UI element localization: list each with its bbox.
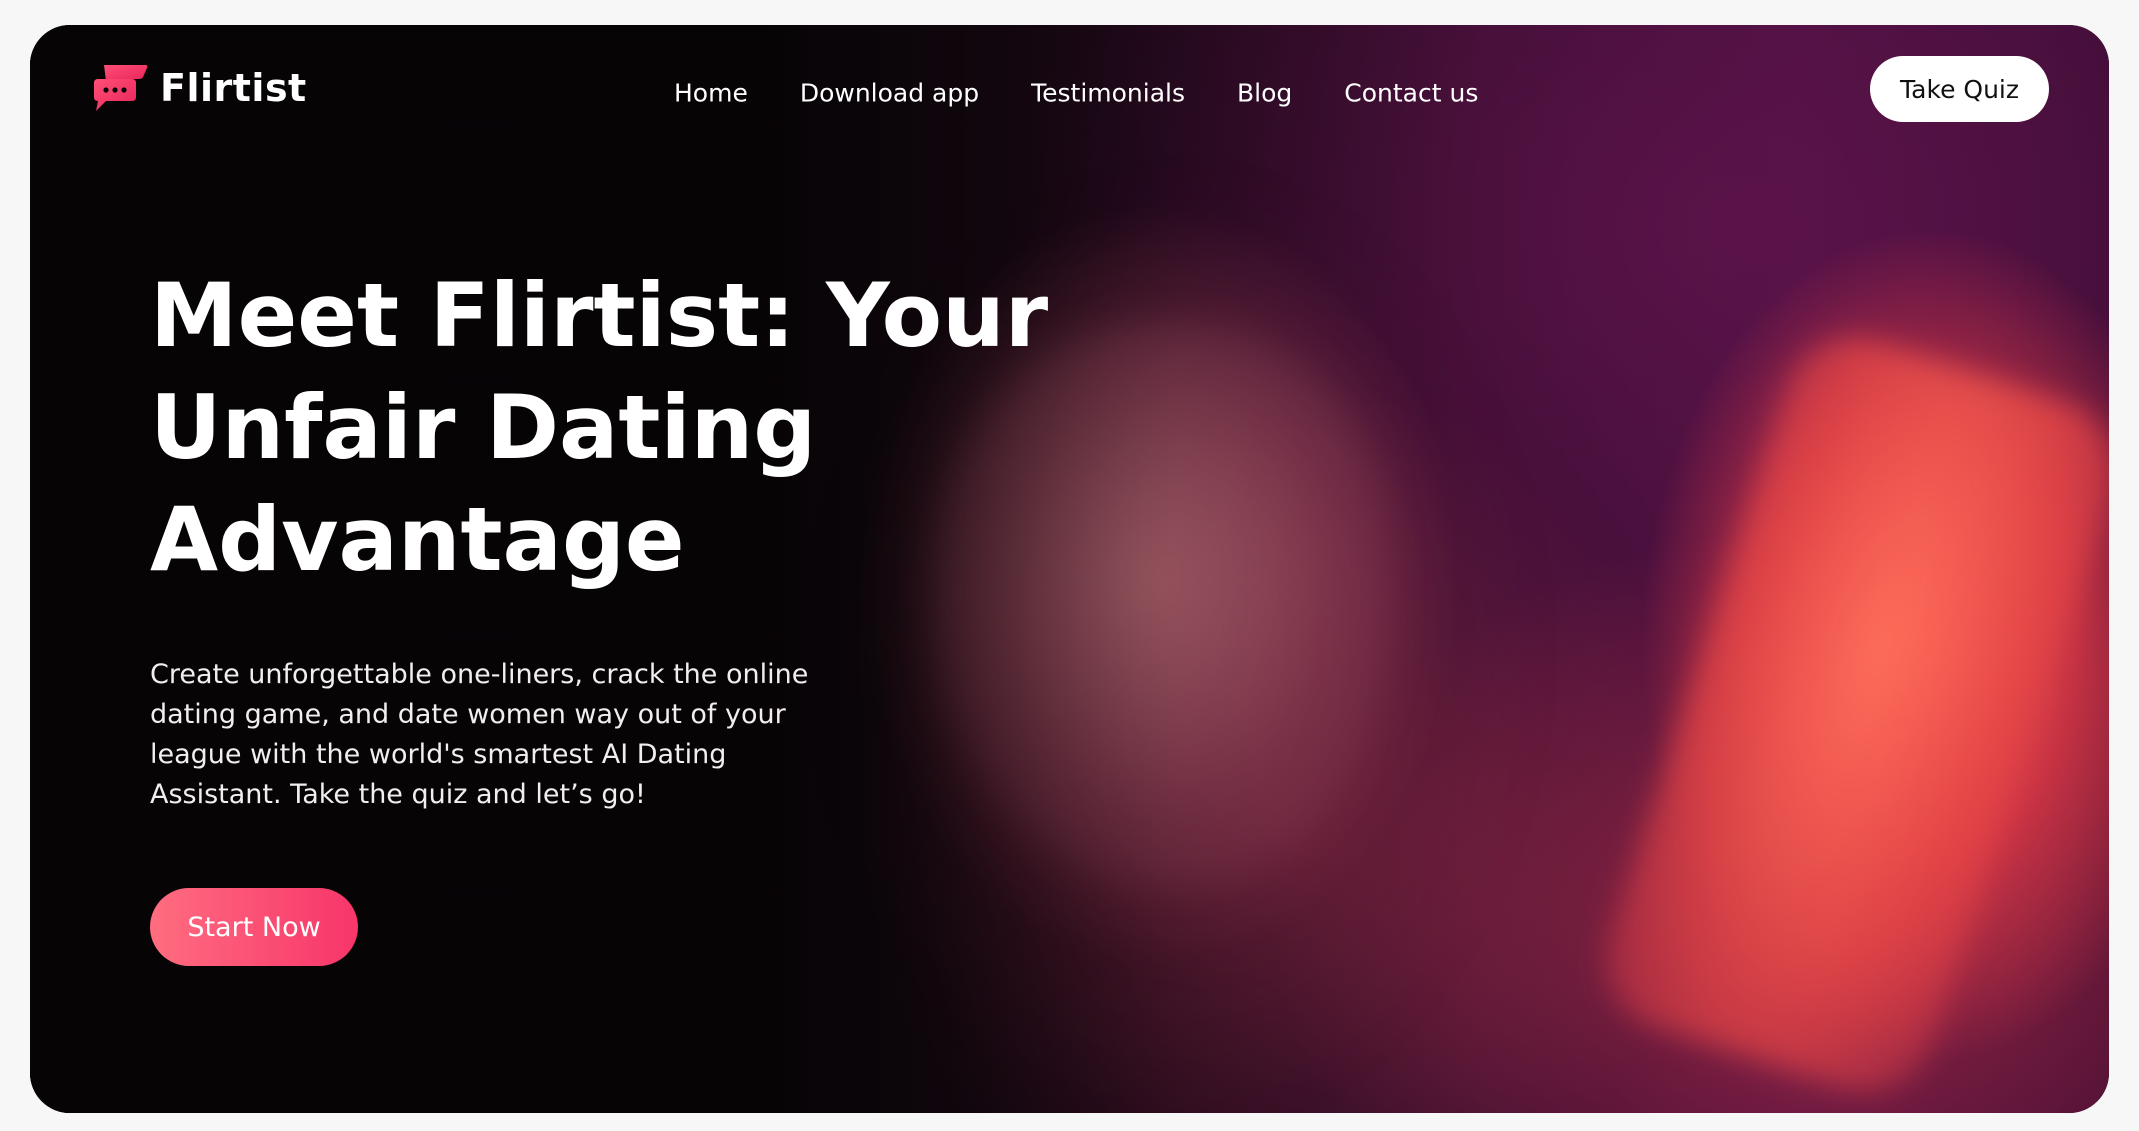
hero-description: Create unforgettable one-liners, crack t…	[150, 659, 809, 810]
chat-bubble-icon	[90, 61, 150, 115]
nav-testimonials-link[interactable]: Testimonials	[1031, 79, 1185, 108]
hero-section: Flirtist Home Download app Testimonials …	[30, 25, 2109, 1113]
brand-name: Flirtist	[160, 66, 307, 110]
top-navigation: Flirtist Home Download app Testimonials …	[30, 25, 2109, 155]
nav-links: Home Download app Testimonials Blog Cont…	[674, 79, 1478, 108]
hero-title: Meet Flirtist: Your Unfair Dating Advant…	[150, 264, 1049, 591]
take-quiz-button[interactable]: Take Quiz	[1870, 56, 2049, 122]
nav-download-app-link[interactable]: Download app	[800, 79, 979, 108]
nav-home-link[interactable]: Home	[674, 79, 748, 108]
logo[interactable]: Flirtist	[90, 61, 307, 115]
nav-contact-us-link[interactable]: Contact us	[1344, 79, 1478, 108]
start-now-button[interactable]: Start Now	[150, 888, 358, 966]
nav-blog-link[interactable]: Blog	[1237, 79, 1292, 108]
